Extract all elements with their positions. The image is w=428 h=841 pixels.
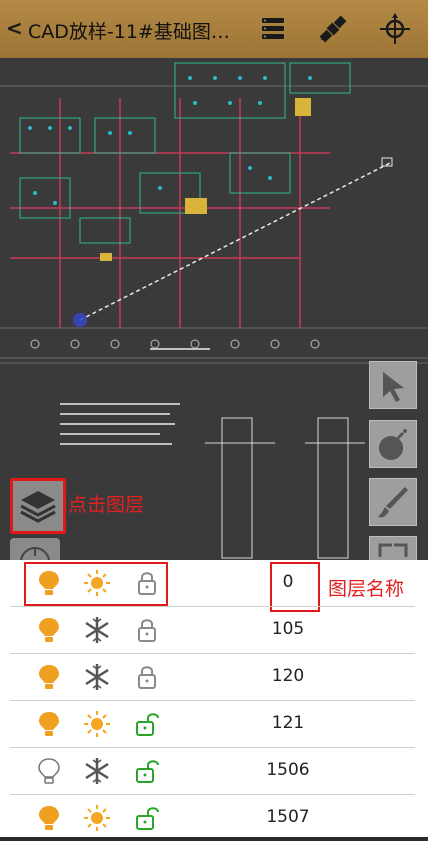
layer-row[interactable]: 0	[10, 560, 415, 607]
select-tool-button[interactable]	[369, 361, 417, 409]
layer-row[interactable]: 1506	[10, 748, 415, 795]
layer-row[interactable]: 105	[10, 607, 415, 654]
layer-name: 1506	[266, 760, 310, 780]
layer-row[interactable]: 121	[10, 701, 415, 748]
layer-list: 图层名称 0 105 120 121 1506 1507	[0, 560, 428, 837]
satellite-icon[interactable]	[316, 12, 350, 46]
layer-name: 0	[282, 572, 294, 592]
sun-icon[interactable]	[82, 803, 112, 833]
bulb-on-icon[interactable]	[34, 709, 64, 739]
fullscreen-tool-button[interactable]	[369, 536, 417, 560]
list-icon[interactable]	[256, 12, 290, 46]
layer-name: 120	[271, 666, 305, 686]
snowflake-icon[interactable]	[82, 662, 112, 692]
compass-button[interactable]	[10, 538, 60, 577]
crosshair-icon[interactable]	[378, 12, 412, 46]
layer-name: 121	[271, 713, 305, 733]
compass-icon	[20, 547, 50, 577]
layer-row[interactable]: 1507	[10, 795, 415, 841]
lock-locked-icon[interactable]	[132, 568, 162, 598]
back-button[interactable]: <	[6, 16, 23, 40]
lock-locked-icon[interactable]	[132, 615, 162, 645]
app-header: < CAD放样-11#基础图…	[0, 0, 428, 58]
layers-icon	[20, 491, 56, 523]
cursor-icon	[383, 372, 404, 402]
lock-locked-icon[interactable]	[132, 662, 162, 692]
sun-icon[interactable]	[82, 709, 112, 739]
expand-icon	[378, 543, 408, 557]
layer-name: 1507	[266, 807, 310, 827]
page-title: CAD放样-11#基础图…	[28, 21, 230, 43]
layers-button[interactable]	[10, 478, 66, 534]
sun-icon[interactable]	[82, 568, 112, 598]
clear-tool-button[interactable]	[369, 420, 417, 468]
bomb-icon	[379, 429, 407, 460]
snowflake-icon[interactable]	[82, 615, 112, 645]
brush-icon	[378, 487, 408, 518]
draw-tool-button[interactable]	[369, 478, 417, 526]
layer-name: 105	[271, 619, 305, 639]
bulb-off-icon[interactable]	[34, 756, 64, 786]
snowflake-icon[interactable]	[82, 756, 112, 786]
annotation-layer: 点击图层	[68, 494, 145, 516]
bulb-on-icon[interactable]	[34, 662, 64, 692]
bulb-on-icon[interactable]	[34, 615, 64, 645]
lock-unlocked-icon[interactable]	[132, 756, 162, 786]
lock-unlocked-icon[interactable]	[132, 803, 162, 833]
bulb-on-icon[interactable]	[34, 568, 64, 598]
layer-row[interactable]: 120	[10, 654, 415, 701]
bulb-on-icon[interactable]	[34, 803, 64, 833]
lock-unlocked-icon[interactable]	[132, 709, 162, 739]
